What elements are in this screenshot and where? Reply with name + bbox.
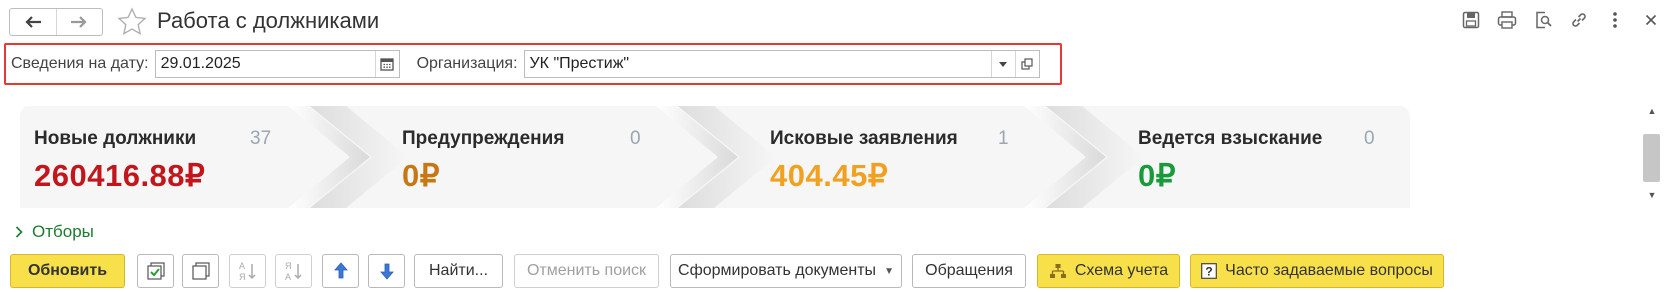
sort-descending-button[interactable]: ЯА	[275, 254, 312, 288]
create-documents-button[interactable]: Сформировать документы ▼	[670, 254, 902, 288]
preview-icon[interactable]	[1532, 9, 1554, 31]
stage-title: Ведется взыскание	[1138, 128, 1323, 149]
scroll-thumb[interactable]	[1643, 134, 1660, 182]
organization-label: Организация:	[416, 55, 518, 72]
move-down-button[interactable]	[368, 254, 405, 288]
organization-field[interactable]: УК "Престиж"	[523, 50, 1040, 78]
date-field[interactable]: 29.01.2025	[154, 50, 400, 78]
accounting-scheme-label: Схема учета	[1074, 262, 1169, 279]
chevron-divider	[1024, 106, 1144, 208]
svg-text:А: А	[285, 272, 291, 282]
favorite-star-icon[interactable]	[117, 7, 147, 37]
chevron-down-icon	[999, 61, 1008, 67]
arrow-down-icon	[379, 263, 394, 280]
faq-label: Часто задаваемые вопросы	[1225, 262, 1433, 279]
checkbox-checked-icon	[146, 262, 165, 280]
history-nav	[9, 8, 103, 36]
stage-title: Новые должники	[34, 128, 197, 149]
stage-count: 1	[998, 128, 1009, 149]
stage-count: 0	[630, 128, 641, 149]
stage-sum: 0₽	[1138, 158, 1176, 193]
organization-open-button[interactable]	[1014, 51, 1039, 77]
organization-value[interactable]: УК "Престиж"	[525, 55, 991, 73]
create-documents-label: Сформировать документы	[678, 262, 877, 279]
page-title: Работа с должниками	[157, 8, 380, 33]
back-button[interactable]	[10, 9, 56, 35]
scroll-down-icon[interactable]: ▼	[1647, 190, 1657, 200]
sort-descending-icon: ЯА	[285, 261, 302, 282]
sort-ascending-icon: АЯ	[239, 261, 256, 282]
faq-button[interactable]: ? Часто задаваемые вопросы	[1190, 254, 1444, 288]
move-up-button[interactable]	[322, 254, 359, 288]
checkbox-empty-icon	[191, 262, 210, 280]
find-button[interactable]: Найти...	[414, 254, 503, 288]
filters-label: Отборы	[32, 222, 94, 241]
filter-bar: Сведения на дату: 29.01.2025 Организация…	[4, 43, 1062, 85]
chevron-divider	[288, 106, 408, 208]
chevron-right-icon	[15, 226, 23, 238]
vertical-scrollbar[interactable]: ▲ ▼	[1640, 104, 1664, 204]
print-icon[interactable]	[1496, 9, 1518, 31]
appeals-label: Обращения	[925, 262, 1013, 279]
svg-text:?: ?	[1205, 265, 1212, 279]
arrow-right-icon	[71, 16, 88, 28]
svg-text:Я: Я	[239, 272, 246, 282]
svg-text:Я: Я	[285, 261, 292, 271]
arrow-up-icon	[333, 262, 348, 279]
save-icon[interactable]	[1460, 9, 1482, 31]
stage-sum: 0₽	[402, 158, 440, 193]
sort-ascending-button[interactable]: АЯ	[229, 254, 266, 288]
appeals-button[interactable]: Обращения	[912, 254, 1026, 288]
refresh-button[interactable]: Обновить	[10, 254, 125, 288]
stage-sum: 260416.88₽	[34, 158, 206, 193]
uncheck-all-button[interactable]	[182, 254, 219, 288]
help-icon: ?	[1201, 263, 1218, 279]
accounting-scheme-button[interactable]: Схема учета	[1037, 254, 1180, 288]
date-label: Сведения на дату:	[11, 55, 149, 72]
more-icon[interactable]	[1604, 9, 1626, 31]
stage-count: 37	[250, 128, 272, 149]
scroll-up-icon[interactable]: ▲	[1647, 106, 1657, 116]
stage-chevrons	[288, 106, 1144, 208]
debt-stages-panel: Новые должники 37 260416.88₽ Предупрежде…	[20, 106, 1410, 208]
stage-count: 0	[1364, 128, 1375, 149]
refresh-label: Обновить	[27, 262, 108, 279]
stage-title: Предупреждения	[402, 128, 565, 149]
link-icon[interactable]	[1568, 9, 1590, 31]
svg-text:А: А	[239, 261, 245, 271]
date-value[interactable]: 29.01.2025	[156, 55, 375, 73]
calendar-button[interactable]	[374, 51, 399, 77]
chevron-down-icon: ▼	[884, 265, 894, 277]
window-toolbar	[1460, 9, 1662, 31]
cancel-search-button[interactable]: Отменить поиск	[514, 254, 659, 288]
arrow-left-icon	[25, 16, 41, 28]
find-label: Найти...	[429, 262, 488, 279]
filters-toggle[interactable]: Отборы	[15, 222, 94, 242]
close-icon[interactable]	[1640, 9, 1662, 31]
chevron-divider	[656, 106, 776, 208]
check-all-button[interactable]	[137, 254, 174, 288]
stage-title: Исковые заявления	[770, 128, 958, 149]
cancel-search-label: Отменить поиск	[526, 262, 647, 279]
calendar-icon	[380, 58, 394, 71]
organization-dropdown-button[interactable]	[990, 51, 1015, 77]
hierarchy-icon	[1049, 263, 1067, 279]
open-window-icon	[1021, 58, 1033, 70]
forward-button[interactable]	[55, 9, 102, 35]
stage-sum: 404.45₽	[770, 158, 889, 193]
